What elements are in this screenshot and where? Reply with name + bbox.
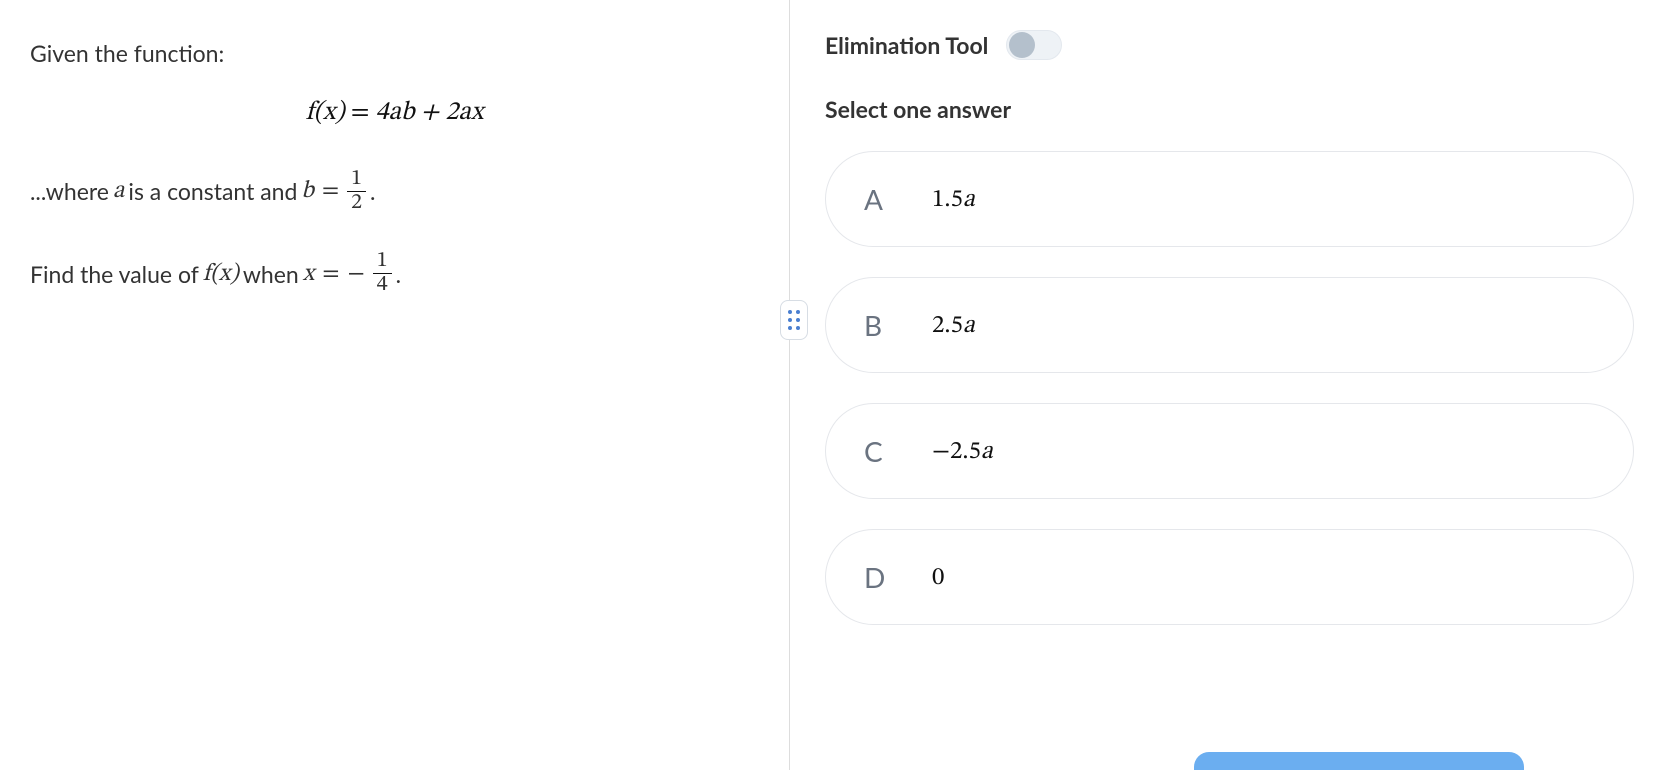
find-prefix: Find the value of [30,249,199,300]
answer-value: 2.5a [932,310,975,341]
question-panel: Given the function: f(x) = 4ab + 2ax ...… [0,0,790,770]
neg-sign: − [348,248,365,301]
answer-value: 1.5a [932,184,975,215]
period-2: . [396,249,401,300]
pane-resize-handle[interactable] [780,300,808,340]
answer-option-a[interactable]: A 1.5a [825,151,1634,247]
elimination-toggle[interactable] [1006,30,1062,60]
period-1: . [370,166,375,217]
b-frac-den: 2 [347,192,366,215]
select-one-answer-label: Select one answer [825,95,1634,123]
where-clause: ...where a is a constant and b = 1 2 . [30,165,759,218]
toggle-knob [1009,32,1035,58]
question-intro: Given the function: [30,35,759,72]
equals-sign-b: = [322,165,339,218]
answer-option-d[interactable]: D0 [825,529,1634,625]
x-fraction: 1 4 [373,250,392,297]
elimination-tool-row: Elimination Tool [825,30,1634,60]
x-frac-den: 4 [373,274,392,297]
b-fraction: 1 2 [347,168,366,215]
elimination-tool-label: Elimination Tool [825,31,988,59]
where-prefix: ...where [30,166,109,217]
b-frac-num: 1 [347,168,366,192]
function-equation: f(x) = 4ab + 2ax [30,97,759,130]
equals-sign: = [345,100,376,126]
answer-letter: D [864,560,892,594]
var-a: a [113,165,125,218]
answer-option-b[interactable]: B 2.5a [825,277,1634,373]
x-frac-num: 1 [373,250,392,274]
fx: f(x) [203,248,239,301]
answer-letter: A [864,182,892,216]
answer-panel: Elimination Tool Select one answer A 1.5a… [790,0,1669,770]
find-clause: Find the value of f(x) when x = − 1 4 . [30,248,759,301]
var-b: b [301,165,314,218]
bottom-action-bar[interactable] [1194,752,1524,770]
var-x: x [303,248,315,301]
when-text: when [243,249,299,300]
drag-dots-icon [788,310,800,330]
equation-rhs: 4ab + 2ax [376,100,484,126]
equals-sign-x: = [322,248,339,301]
answer-letter: B [864,308,892,342]
answer-letter: C [864,434,892,468]
answer-value: −2.5a [932,436,993,467]
answer-option-c[interactable]: C −2.5a [825,403,1634,499]
answer-value: 0 [932,562,944,593]
equation-lhs: f(x) [306,100,345,126]
where-mid: is a constant and [128,166,297,217]
